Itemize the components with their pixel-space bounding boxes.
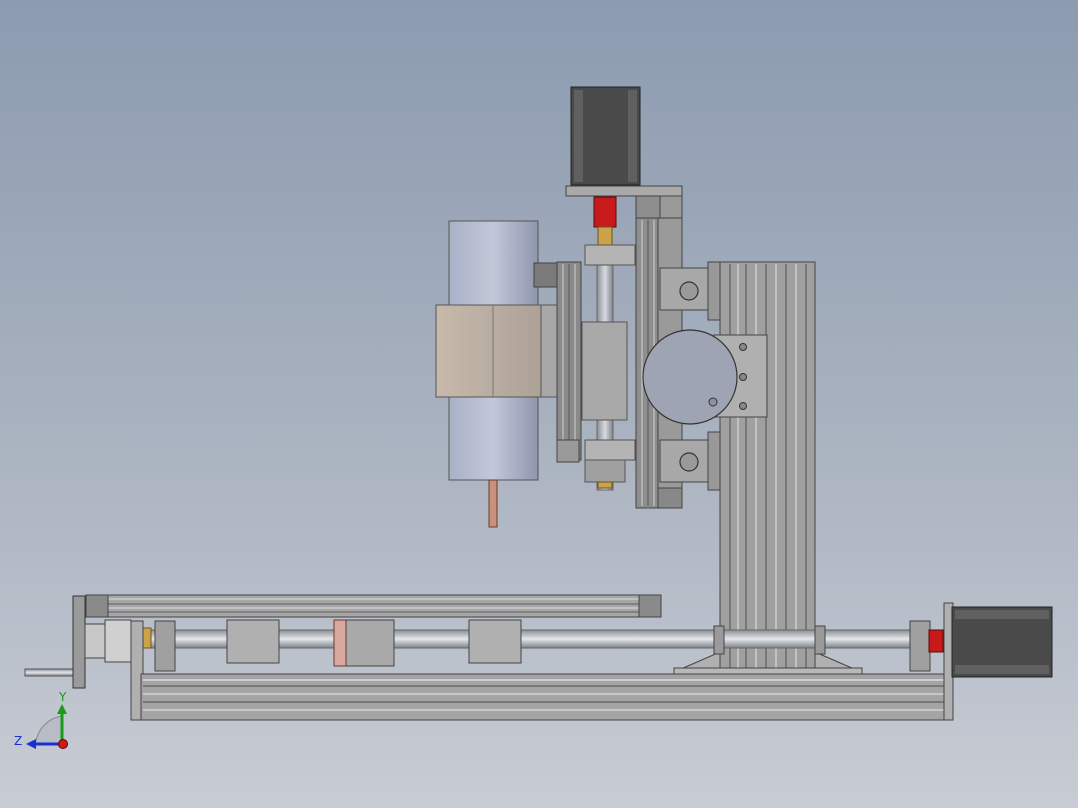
motor-mount-plate[interactable] [642, 329, 768, 425]
z-carriage-plate[interactable] [556, 261, 582, 463]
upper-rail[interactable] [85, 594, 662, 618]
spindle[interactable] [435, 220, 559, 528]
bearing-block-lower[interactable] [659, 431, 723, 491]
y-axis-arrowhead [57, 704, 67, 714]
z-axis-arrowhead [26, 739, 36, 749]
z-axis-label: Z [14, 734, 22, 748]
axis-triad: Y Z [14, 690, 68, 749]
cad-viewport[interactable]: Y Z [0, 0, 1078, 808]
cnc-machine-model[interactable]: Y Z [0, 0, 1078, 808]
y-axis-label: Y [58, 690, 67, 704]
x-axis-dot [58, 739, 68, 749]
lead-screw-z[interactable] [581, 244, 636, 491]
stepper-motor-x[interactable] [951, 606, 1053, 678]
